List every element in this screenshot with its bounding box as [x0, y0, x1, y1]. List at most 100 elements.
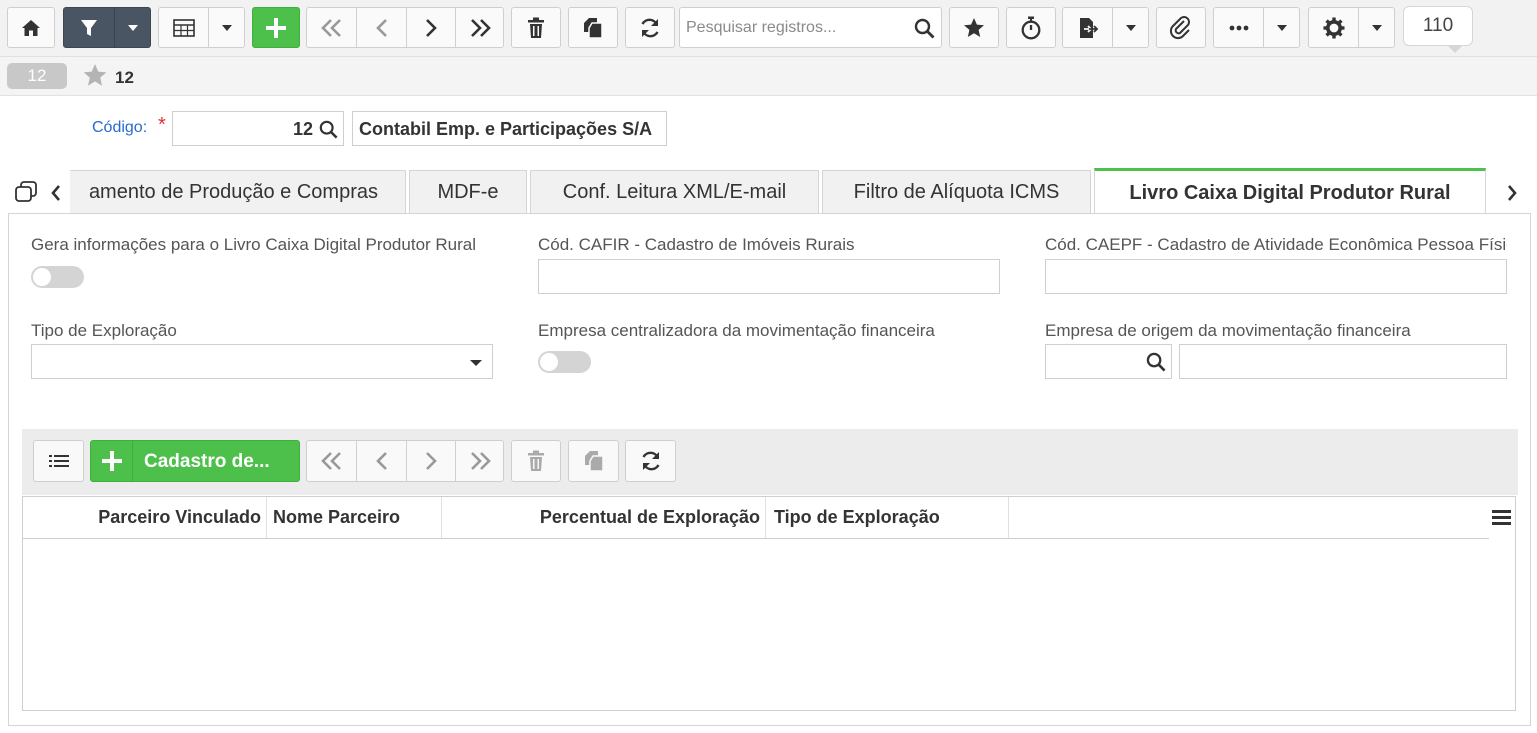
- search-input[interactable]: [686, 16, 906, 40]
- parceiros-grid: Parceiro Vinculado Nome Parceiro Percent…: [22, 496, 1516, 711]
- grid-toolbar: Cadastro de...: [22, 429, 1518, 495]
- add-record-button[interactable]: [252, 7, 300, 48]
- restore-window-icon[interactable]: [14, 181, 38, 203]
- grid-last-button[interactable]: [456, 441, 504, 481]
- tab-filtro-aliquota-icms[interactable]: Filtro de Alíquota ICMS: [822, 170, 1091, 214]
- tab-label: Livro Caixa Digital Produtor Rural: [1129, 181, 1451, 204]
- search-icon[interactable]: [319, 120, 338, 139]
- cafir-input[interactable]: [538, 259, 1000, 294]
- search-icon[interactable]: [1146, 352, 1166, 372]
- tab-label: amento de Produção e Compras: [88, 181, 378, 203]
- previous-record-button[interactable]: [357, 8, 406, 47]
- filter-dropdown-button[interactable]: [115, 8, 151, 47]
- column-menu-icon[interactable]: [1492, 509, 1511, 526]
- grid-next-button[interactable]: [407, 441, 455, 481]
- caepf-input[interactable]: [1045, 259, 1507, 294]
- code-value: 12: [292, 119, 313, 139]
- chevron-left-icon: [375, 18, 387, 37]
- search-box: [679, 7, 942, 48]
- record-count-pointer: [1447, 45, 1463, 53]
- grid-previous-button[interactable]: [357, 441, 406, 481]
- refresh-button[interactable]: [625, 7, 675, 48]
- code-field[interactable]: 12: [172, 111, 344, 146]
- home-button[interactable]: [7, 7, 55, 48]
- timer-button[interactable]: [1006, 7, 1056, 48]
- caret-down-icon: [128, 24, 138, 31]
- caret-down-icon: [1277, 24, 1287, 31]
- tab-label: Filtro de Alíquota ICMS: [853, 181, 1060, 203]
- grid-first-button[interactable]: [307, 441, 356, 481]
- grid-list-view-button[interactable]: [33, 440, 84, 482]
- caret-down-icon: [1126, 24, 1136, 31]
- file-export-icon: [1079, 17, 1098, 38]
- next-record-button[interactable]: [407, 8, 455, 47]
- gera-info-label: Gera informações para o Livro Caixa Digi…: [31, 235, 477, 254]
- last-record-button[interactable]: [456, 8, 504, 47]
- empresa-origem-name-input[interactable]: [1179, 344, 1507, 379]
- more-options-group[interactable]: [1213, 7, 1300, 48]
- company-name-field[interactable]: Contabil Emp. e Participações S/A: [352, 111, 667, 146]
- tab-conf-leitura-xml-email[interactable]: Conf. Leitura XML/E-mail: [530, 170, 819, 214]
- chevron-left-icon: [375, 452, 387, 470]
- export-dropdown-button[interactable]: [1113, 8, 1149, 47]
- empresa-origem-code-input[interactable]: [1045, 344, 1172, 379]
- gera-info-toggle[interactable]: [31, 266, 84, 288]
- caret-down-icon: [222, 24, 232, 31]
- refresh-icon: [640, 450, 662, 472]
- favorite-button[interactable]: [949, 7, 999, 48]
- grid-view-button-group[interactable]: [158, 7, 245, 48]
- table-icon: [172, 18, 195, 37]
- more-options-button[interactable]: [1214, 8, 1263, 47]
- export-button[interactable]: [1063, 8, 1112, 47]
- settings-group[interactable]: [1308, 7, 1395, 48]
- first-record-button[interactable]: [307, 8, 356, 47]
- delete-button[interactable]: [511, 7, 561, 48]
- column-header-parceiro-vinculado[interactable]: Parceiro Vinculado: [23, 497, 267, 538]
- empresa-centralizadora-toggle[interactable]: [538, 351, 591, 373]
- ellipsis-icon: [1229, 25, 1248, 30]
- chevron-left-icon[interactable]: [50, 184, 62, 202]
- record-header-bar: 12 12: [0, 57, 1537, 96]
- header-divider: [23, 538, 1489, 539]
- attachment-button[interactable]: [1156, 7, 1206, 48]
- grid-duplicate-button[interactable]: [568, 440, 619, 482]
- column-header-label: Parceiro Vinculado: [98, 507, 261, 527]
- settings-dropdown-button[interactable]: [1359, 8, 1395, 47]
- cadastro-add-button[interactable]: Cadastro de...: [90, 440, 300, 482]
- tab-label: Conf. Leitura XML/E-mail: [562, 181, 787, 203]
- chevron-right-icon: [426, 452, 437, 470]
- tab-mdf-e[interactable]: MDF-e: [409, 170, 527, 214]
- settings-button[interactable]: [1309, 8, 1358, 47]
- copy-icon: [583, 450, 605, 472]
- filter-button[interactable]: [64, 8, 114, 47]
- filter-button-group[interactable]: [63, 7, 151, 48]
- export-button-group[interactable]: [1062, 7, 1149, 48]
- list-icon: [48, 453, 70, 471]
- filter-icon: [81, 19, 97, 36]
- grid-view-button[interactable]: [159, 8, 208, 47]
- grid-view-dropdown-button[interactable]: [209, 8, 245, 47]
- paperclip-icon: [1169, 15, 1190, 39]
- gear-icon: [1323, 17, 1344, 38]
- column-header-tipo-exploracao[interactable]: Tipo de Exploração: [766, 497, 1009, 538]
- empresa-origem-label: Empresa de origem da movimentação financ…: [1045, 321, 1411, 340]
- plus-icon: [266, 17, 286, 38]
- search-icon[interactable]: [914, 18, 935, 39]
- column-header-percentual-exploracao[interactable]: Percentual de Exploração: [442, 497, 766, 538]
- trash-icon: [527, 450, 545, 472]
- grid-delete-button[interactable]: [511, 440, 561, 482]
- tab-apontamento-producao-compras[interactable]: amento de Produção e Compras: [50, 170, 406, 214]
- tipo-exploracao-select[interactable]: [31, 344, 493, 379]
- column-header-nome-parceiro[interactable]: Nome Parceiro: [267, 497, 442, 538]
- tab-livro-caixa-digital-produtor-rural[interactable]: Livro Caixa Digital Produtor Rural: [1094, 168, 1486, 215]
- chevron-right-icon[interactable]: [1506, 184, 1518, 202]
- grid-refresh-button[interactable]: [625, 440, 676, 482]
- column-header-label: Tipo de Exploração: [774, 507, 940, 527]
- duplicate-button[interactable]: [568, 7, 618, 48]
- star-icon[interactable]: [82, 63, 108, 88]
- grid-record-navigation: [306, 440, 504, 482]
- more-options-dropdown-button[interactable]: [1264, 8, 1300, 47]
- tab-label: MDF-e: [437, 181, 499, 203]
- cadastro-add-label: Cadastro de...: [144, 451, 270, 472]
- star-icon: [964, 17, 984, 37]
